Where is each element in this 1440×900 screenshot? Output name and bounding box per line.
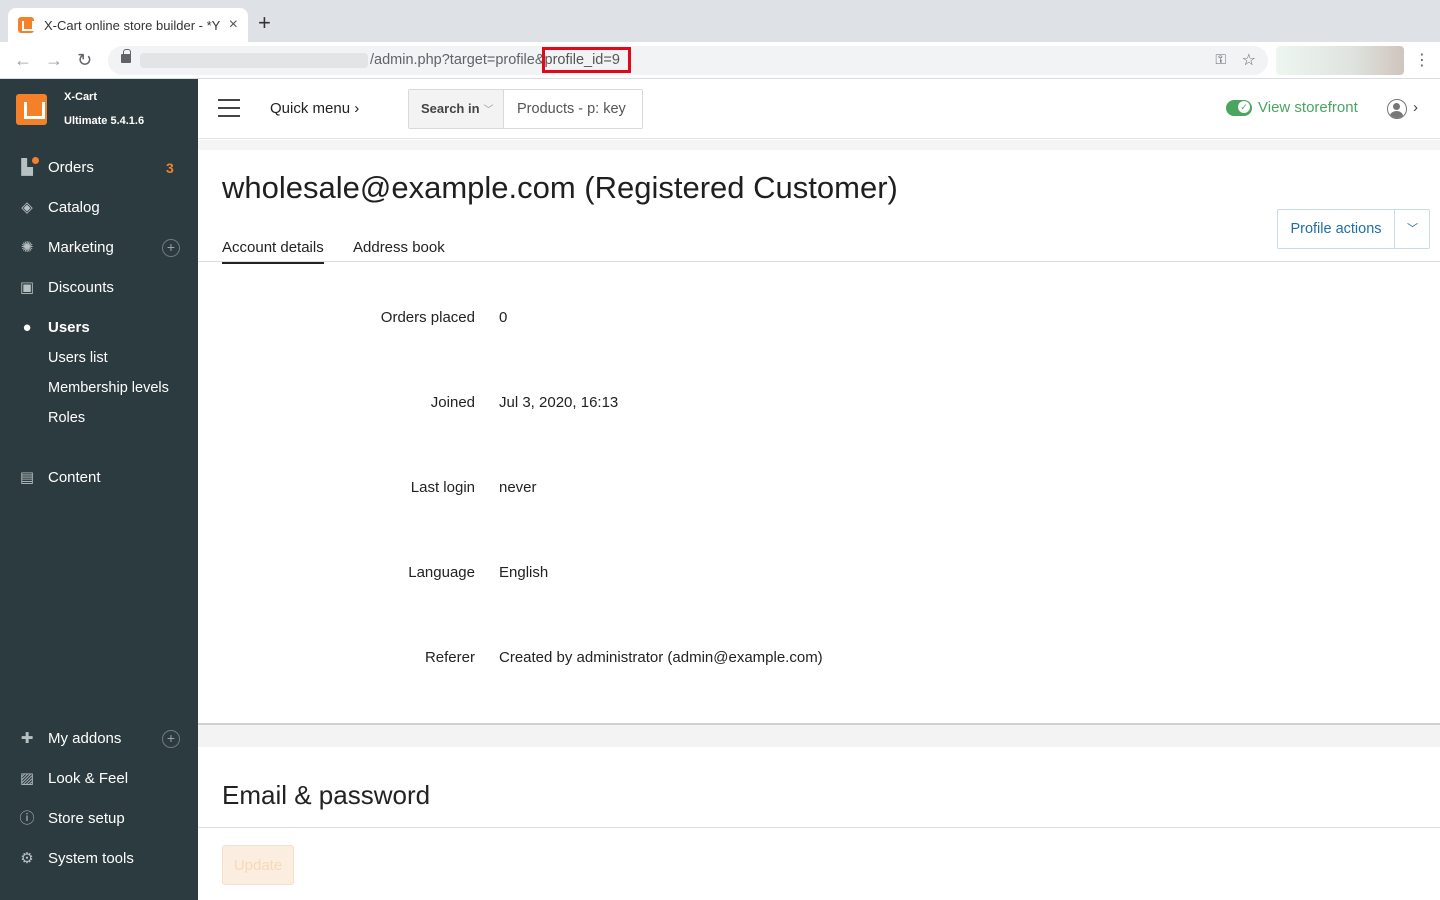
users-icon: ● [22,319,32,336]
sidebar-item-label: Look & Feel [48,770,129,787]
search-box: Search in ﹀ [408,89,643,129]
sidebar-item-users[interactable]: ● Users [0,313,198,343]
quick-menu-label: Quick menu [270,100,351,117]
xcart-favicon-icon [18,17,34,33]
sidebar-subitem-users-list[interactable]: Users list [48,350,108,366]
field-label-language: Language [408,564,475,581]
user-avatar-icon[interactable] [1387,99,1407,119]
field-value-referer: Created by administrator (admin@example.… [499,649,823,666]
chevron-down-icon: ﹀ [483,105,494,116]
brand-version: Ultimate 5.4.1.6 [64,115,145,127]
forward-icon[interactable]: → [45,50,63,70]
view-storefront-label: View storefront [1258,99,1358,116]
gift-icon: ▣ [19,279,35,296]
sidebar-item-label: Content [48,469,101,486]
address-bar[interactable]: /admin.php?target=profile&profile_id=9 ⚿… [108,46,1268,75]
browser-menu-icon[interactable]: ⋮ [1414,50,1430,70]
sidebar-item-label: Orders [48,159,94,176]
view-storefront-link[interactable]: View storefront [1226,99,1358,116]
sidebar-item-label: Store setup [48,810,125,827]
sidebar-item-content[interactable]: ▤ Content [0,463,198,493]
header-shadow-strip [198,140,1440,150]
sidebar-subitem-roles[interactable]: Roles [48,410,85,426]
tag-icon: ◈ [21,199,33,216]
notification-dot [32,157,39,164]
update-button[interactable]: Update [222,845,294,885]
quick-menu-button[interactable]: Quick menu › [270,100,359,117]
sidebar-item-store-setup[interactable]: ⓘ Store setup [0,804,198,834]
tab-close-icon[interactable]: × [229,16,238,34]
sidebar-item-label: Users [48,319,90,336]
sidebar-item-my-addons[interactable]: ✚ My addons + [0,724,198,754]
sidebar-subitem-membership-levels[interactable]: Membership levels [48,380,169,396]
reload-icon[interactable]: ↻ [77,50,92,70]
sidebar-item-orders[interactable]: ▙ Orders 3 [0,153,198,183]
add-marketing-plus-icon[interactable]: + [162,239,180,257]
admin-header: Quick menu › Search in﹀ View storefront … [198,79,1440,139]
profile-actions-label[interactable]: Profile actions [1278,210,1395,248]
lock-icon [121,49,131,63]
tab-title: X-Cart online store builder - *Y [44,17,221,33]
sidebar-item-label: Marketing [48,239,114,256]
content-icon: ▤ [19,469,35,486]
field-label-orders-placed: Orders placed [380,309,475,326]
key-icon[interactable]: ⚿ [1215,51,1226,68]
add-addon-plus-icon[interactable]: + [162,730,180,748]
field-value-joined: Jul 3, 2020, 16:13 [499,394,619,411]
marketing-icon: ✺ [20,239,34,256]
chevron-right-icon[interactable]: › [1413,99,1418,116]
field-value-language: English [499,564,549,581]
page-title: wholesale@example.com (Registered Custom… [222,170,898,205]
browser-tab-bar: X-Cart online store builder - *Y × + [0,0,1440,42]
browser-toolbar: ← → ↻ /admin.php?target=profile&profile_… [0,42,1440,79]
gear-icon: ⚙ [20,850,34,867]
search-input[interactable] [505,90,642,128]
chevron-down-icon[interactable]: ﹀ [1395,210,1430,248]
field-label-joined: Joined [430,394,475,411]
profile-actions-button[interactable]: Profile actions ﹀ [1277,209,1430,249]
blurred-host [140,53,368,68]
chevron-right-icon: › [354,100,360,117]
orders-icon: ▙ [18,157,39,176]
sidebar-item-catalog[interactable]: ◈ Catalog [0,193,198,223]
browser-profile-avatar[interactable] [1276,46,1404,75]
url-highlight: profile_id=9 [541,47,631,73]
sidebar-item-label: My addons [48,730,122,747]
admin-sidebar: X-Cart Ultimate 5.4.1.6 ▙ Orders 3 ◈ Cat… [0,79,198,900]
xcart-logo-icon[interactable] [16,94,47,125]
field-value-orders-placed: 0 [499,309,508,326]
sidebar-item-label: System tools [48,850,134,867]
tab-address-book[interactable]: Address book [353,239,445,256]
star-icon[interactable]: ☆ [1242,50,1256,70]
back-icon[interactable]: ← [14,50,32,70]
section-title-divider [198,827,1440,828]
info-icon: ⓘ [19,810,35,827]
hamburger-menu-icon[interactable] [218,99,240,117]
url-path: /admin.php?target=profile& [370,52,545,68]
image-icon: ▨ [19,770,35,787]
storefront-toggle-icon[interactable] [1226,99,1252,116]
section-gap [198,725,1440,747]
sidebar-item-look-feel[interactable]: ▨ Look & Feel [0,764,198,794]
sidebar-item-label: Discounts [48,279,114,296]
puzzle-icon: ✚ [20,730,34,747]
search-in-dropdown[interactable]: Search in ﹀ [409,90,504,128]
sidebar-item-marketing[interactable]: ✺ Marketing + [0,233,198,263]
new-tab-icon[interactable]: + [258,12,271,34]
field-label-referer: Referer [424,649,475,666]
search-in-label: Search in [421,101,480,116]
section-title-email-password: Email & password [222,780,431,810]
sidebar-item-discounts[interactable]: ▣ Discounts [0,273,198,303]
sidebar-item-label: Catalog [48,199,100,216]
orders-count-badge: 3 [166,160,174,176]
tabs-divider [198,261,1440,262]
sidebar-item-system-tools[interactable]: ⚙ System tools [0,844,198,874]
brand-name: X-Cart [64,91,98,103]
url-text: /admin.php?target=profile&profile_id=9 [370,47,631,73]
browser-tab[interactable]: X-Cart online store builder - *Y × [8,8,248,42]
field-label-last-login: Last login [410,479,475,496]
field-value-last-login: never [499,479,537,496]
